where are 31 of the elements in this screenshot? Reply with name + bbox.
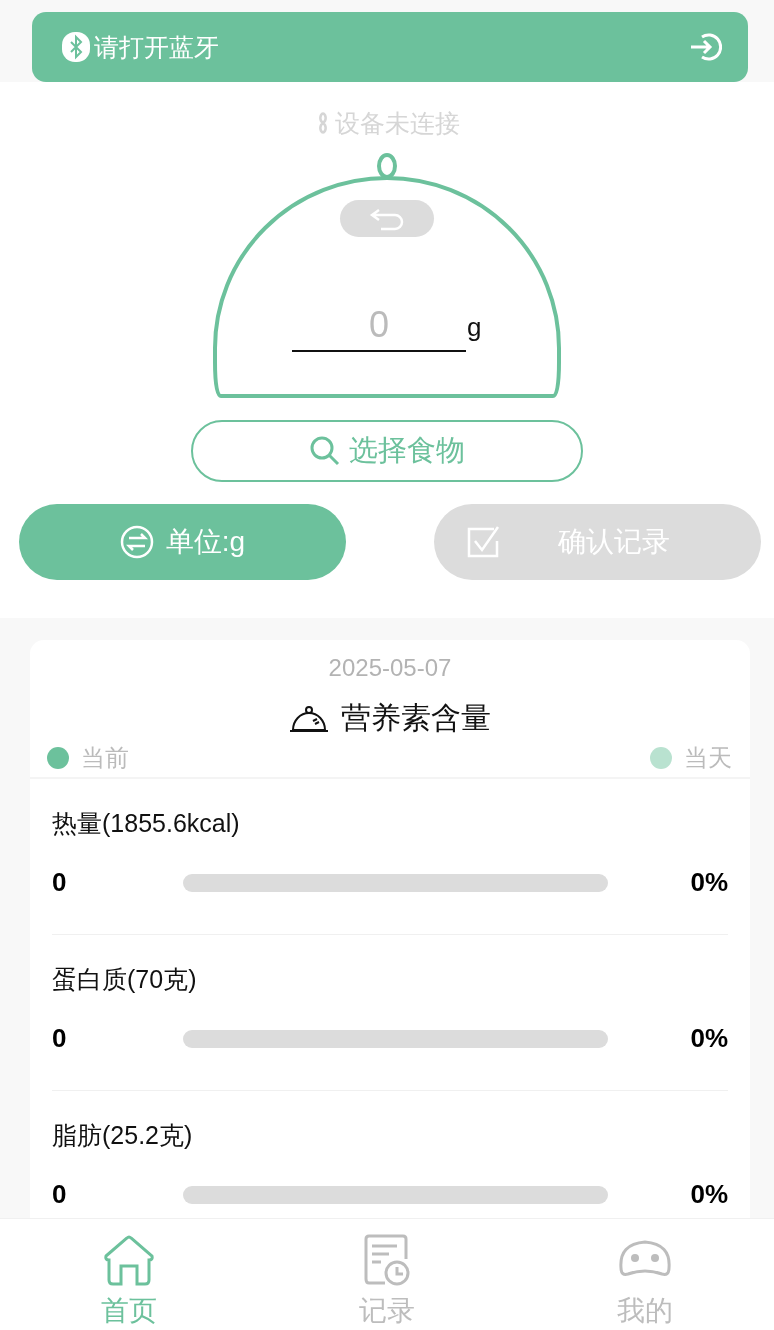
bluetooth-icon — [62, 32, 90, 62]
tab-item[interactable]: 我的 — [516, 1219, 774, 1330]
login-icon[interactable] — [690, 32, 722, 62]
banner-text: 请打开蓝牙 — [94, 31, 220, 63]
select-food-button[interactable]: 选择食物 — [191, 420, 583, 482]
unit-label: g — [467, 312, 482, 343]
checkbox-icon — [466, 525, 500, 559]
nutrient-percent: 0% — [689, 1179, 728, 1210]
nutrient-value: 0 — [52, 1023, 68, 1054]
nutrient-percent: 0% — [689, 1023, 728, 1054]
unit-button[interactable]: 单位:g — [19, 504, 346, 580]
nutrient-value: 0 — [52, 867, 68, 898]
search-icon — [309, 435, 341, 467]
swap-icon — [119, 525, 154, 559]
weight-input[interactable]: 0 — [292, 300, 466, 352]
nutrient-name: 蛋白质(70克) — [52, 964, 198, 995]
bluetooth-banner[interactable]: 请打开蓝牙 — [32, 12, 748, 82]
section-title: 营养素含量 — [341, 700, 491, 736]
nutrient-name: 脂肪(25.2克) — [52, 1120, 194, 1151]
date-label: 2025-05-07 — [327, 653, 453, 683]
legend-label: 当前 — [81, 743, 129, 773]
nutrient-value: 0 — [52, 1179, 68, 1210]
nutrient-percent: 0% — [689, 867, 728, 898]
record-clock-icon — [363, 1232, 411, 1287]
tab-item[interactable]: 首页 — [0, 1219, 258, 1330]
undo-button[interactable] — [340, 200, 434, 237]
tab-item[interactable]: 记录 — [258, 1219, 516, 1330]
food-cover-icon — [289, 704, 329, 733]
home-icon — [101, 1233, 157, 1286]
legend-label: 当天 — [684, 743, 732, 773]
nutrient-name: 热量(1855.6kcal) — [52, 808, 241, 839]
